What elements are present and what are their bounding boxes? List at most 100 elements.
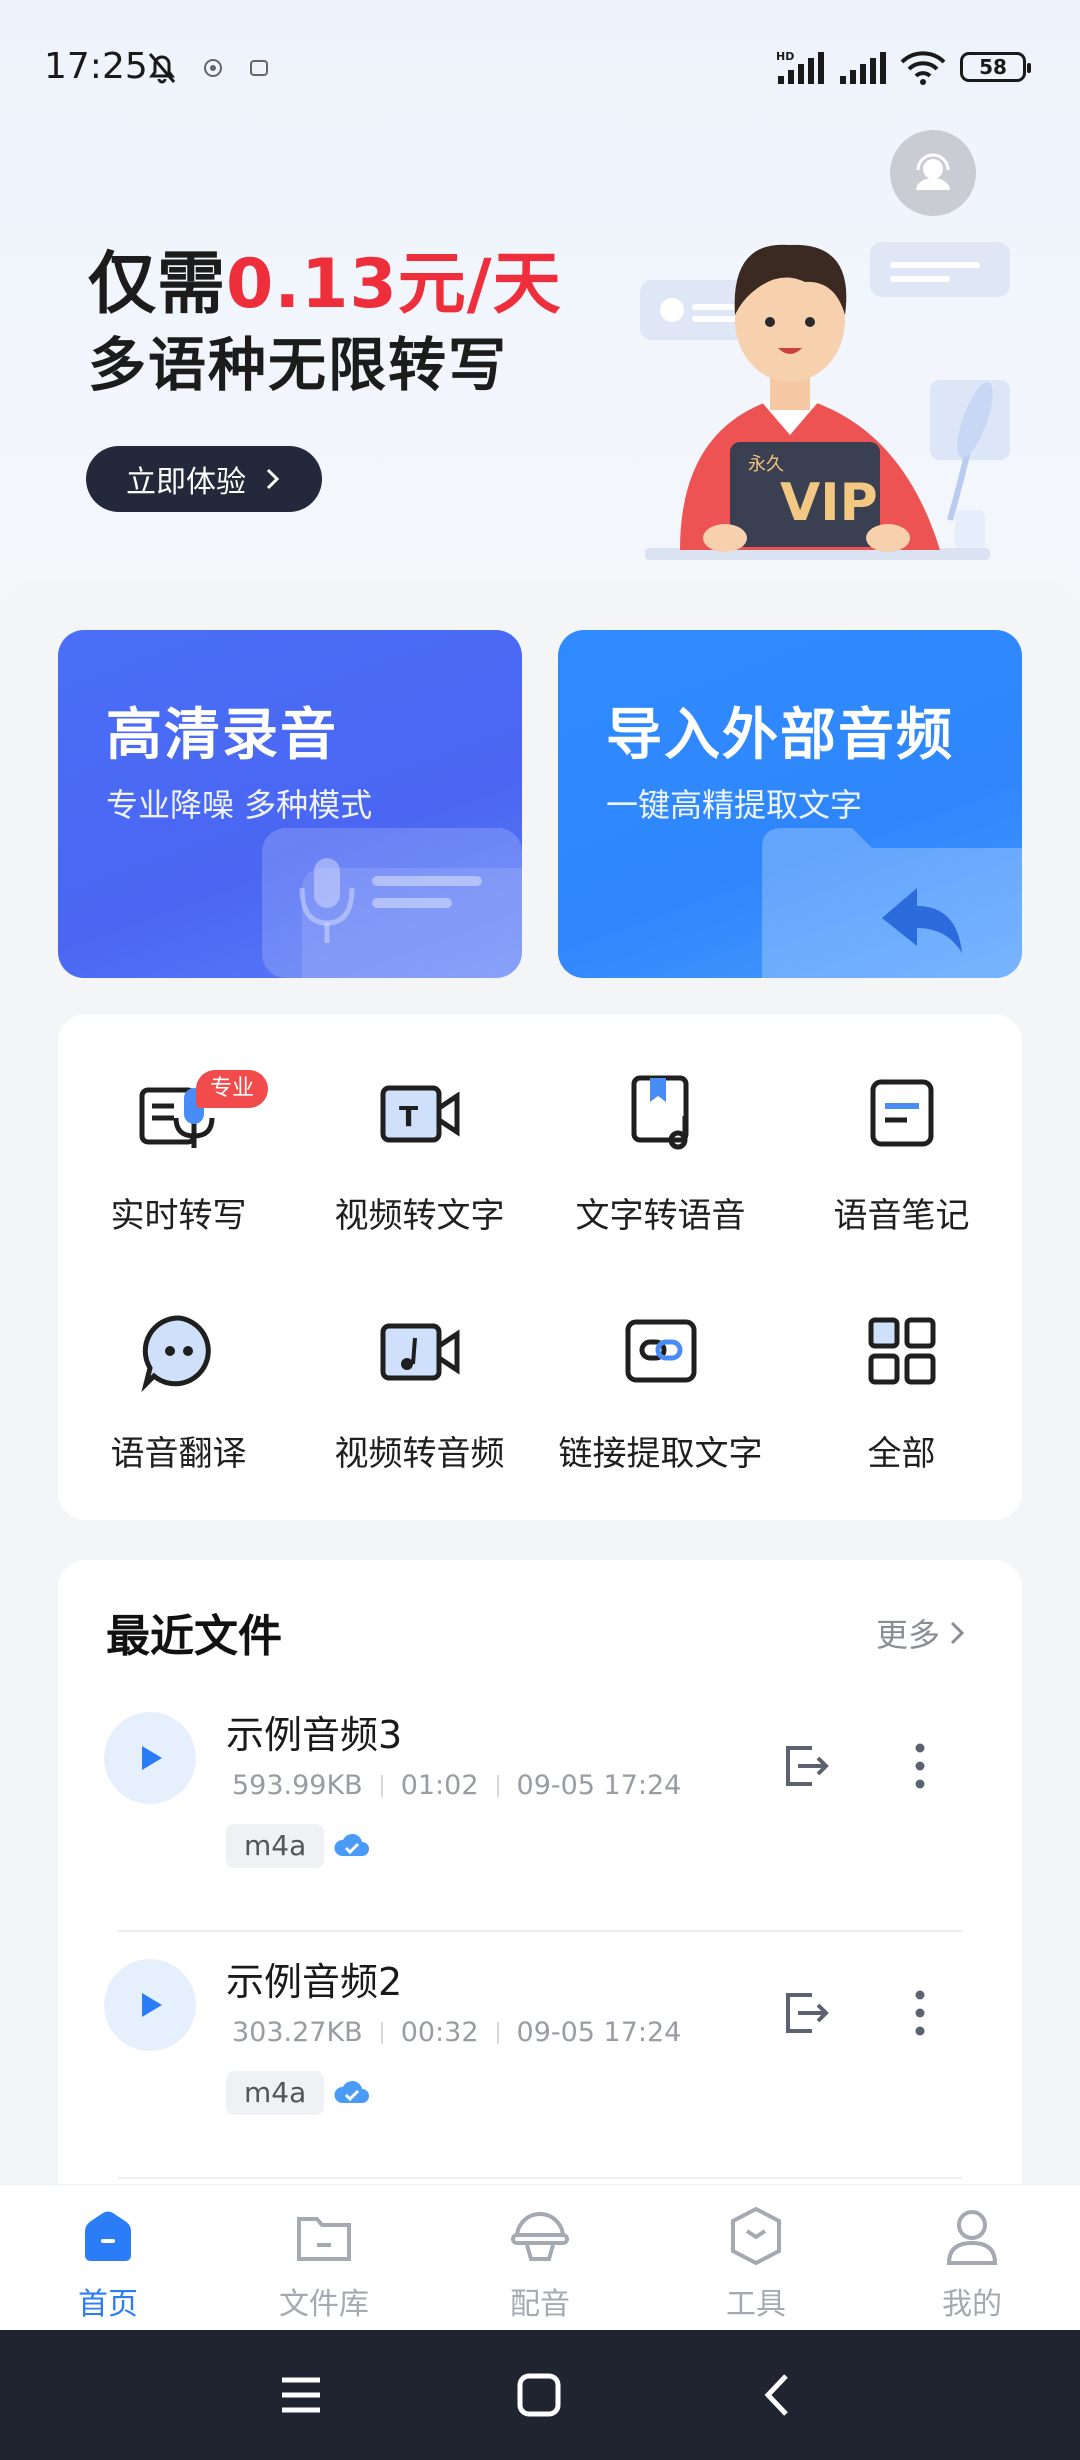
tool-all[interactable]: 全部 xyxy=(781,1306,1022,1475)
vip-text: VIP xyxy=(780,473,878,533)
export-icon[interactable] xyxy=(778,1985,834,2041)
file-name: 示例音频3 xyxy=(226,1713,403,1757)
tab-home[interactable]: 首页 xyxy=(38,2201,178,2323)
cloud-synced-icon xyxy=(334,1833,369,1856)
promo-prefix: 仅需 xyxy=(88,245,227,324)
video-to-text-icon: T xyxy=(380,1085,459,1143)
svg-text:T: T xyxy=(399,1100,418,1133)
list-item[interactable]: 示例音频3 593.99KB 01:02 09-05 17:24 m4a xyxy=(58,1690,1022,1936)
toolbox-icon xyxy=(731,2206,781,2266)
tool-label: 实时转写 xyxy=(110,1196,247,1236)
hd-signal-icon: HD xyxy=(776,50,824,84)
tab-label: 文件库 xyxy=(279,2287,369,2322)
divider xyxy=(118,1930,962,1932)
file-duration: 01:02 xyxy=(400,1770,479,1801)
battery-indicator: 58 xyxy=(960,52,1031,82)
divider xyxy=(496,2021,499,2044)
microphone-icon xyxy=(262,828,522,978)
promo-price: 0.13元/天 xyxy=(226,245,562,324)
tab-dubbing[interactable]: 配音 xyxy=(470,2201,610,2323)
mute-bell-icon xyxy=(148,53,176,84)
svg-text:HD: HD xyxy=(776,50,794,63)
card-subtitle: 专业降噪 多种模式 xyxy=(106,786,373,824)
dubbing-icon xyxy=(511,2212,569,2261)
card-title: 高清录音 xyxy=(106,703,338,768)
tab-label: 我的 xyxy=(942,2287,1002,2322)
vip-small-text: 永久 xyxy=(748,454,784,475)
play-icon xyxy=(142,1746,162,1770)
app-notification-icon xyxy=(204,59,222,77)
promo-headline: 仅需0.13元/天 xyxy=(88,228,562,327)
more-vertical-icon[interactable] xyxy=(908,1981,932,2045)
system-navigation-bar xyxy=(0,2330,1080,2460)
play-icon xyxy=(142,1993,162,2017)
tab-profile[interactable]: 我的 xyxy=(902,2201,1042,2323)
tool-label: 链接提取文字 xyxy=(558,1434,763,1474)
home-square-icon[interactable] xyxy=(514,2370,564,2420)
home-icon xyxy=(85,2211,131,2261)
try-now-button[interactable]: 立即体验 xyxy=(86,446,322,512)
tool-label: 语音笔记 xyxy=(833,1196,970,1236)
cloud-synced-icon xyxy=(334,2080,369,2103)
chevron-right-icon xyxy=(950,1621,965,1645)
bottom-tab-bar: 首页 文件库 配音 工具 我的 xyxy=(0,2184,1080,2330)
headset-icon xyxy=(916,153,950,190)
play-button[interactable] xyxy=(104,1959,196,2051)
hd-recording-card[interactable]: 高清录音 专业降噪 多种模式 xyxy=(58,630,522,978)
divider xyxy=(380,1774,383,1797)
tool-label: 全部 xyxy=(867,1434,936,1474)
import-audio-card[interactable]: 导入外部音频 一键高精提取文字 xyxy=(558,630,1022,978)
more-vertical-icon[interactable] xyxy=(908,1734,932,1798)
back-icon[interactable] xyxy=(756,2370,796,2420)
tool-text-to-speech[interactable]: 文字转语音 xyxy=(540,1068,781,1237)
chevron-right-icon xyxy=(266,468,280,490)
wifi-icon xyxy=(900,51,946,85)
pro-badge: 专业 xyxy=(196,1070,269,1108)
tool-video-to-text[interactable]: T 视频转文字 xyxy=(299,1068,540,1237)
tab-file-library[interactable]: 文件库 xyxy=(254,2201,394,2323)
tab-label: 首页 xyxy=(78,2287,138,2322)
text-to-speech-icon xyxy=(631,1075,688,1150)
export-icon[interactable] xyxy=(778,1738,834,1794)
app-notification-icon xyxy=(250,60,268,76)
file-size: 593.99KB xyxy=(232,1770,363,1801)
card-title: 导入外部音频 xyxy=(606,703,954,768)
more-link[interactable]: 更多 xyxy=(876,1610,966,1656)
divider xyxy=(118,2177,962,2179)
list-item[interactable]: 示例音频2 303.27KB 00:32 09-05 17:24 m4a xyxy=(58,1937,1022,2183)
folder-import-icon xyxy=(762,828,1022,978)
tool-video-to-audio[interactable]: 视频转音频 xyxy=(299,1306,540,1475)
tool-voice-translate[interactable]: 语音翻译 xyxy=(58,1306,299,1475)
file-duration: 00:32 xyxy=(400,2017,479,2048)
file-meta: 593.99KB 01:02 09-05 17:24 xyxy=(232,1770,681,1801)
recent-files-title: 最近文件 xyxy=(106,1611,282,1662)
tab-tools[interactable]: 工具 xyxy=(686,2201,826,2323)
tool-label: 视频转音频 xyxy=(334,1434,505,1474)
customer-service-button[interactable] xyxy=(890,130,976,216)
try-now-label: 立即体验 xyxy=(126,465,246,500)
file-name: 示例音频2 xyxy=(226,1960,403,2004)
signal-icon xyxy=(840,52,886,84)
tool-link-extract[interactable]: 链接提取文字 xyxy=(540,1306,781,1475)
file-date: 09-05 17:24 xyxy=(516,2017,682,2048)
file-size: 303.27KB xyxy=(232,2017,363,2048)
play-button[interactable] xyxy=(104,1712,196,1804)
tool-label: 语音翻译 xyxy=(110,1434,247,1474)
file-format-tag: m4a xyxy=(226,1824,325,1868)
menu-icon[interactable] xyxy=(276,2372,326,2418)
voice-note-icon xyxy=(870,1079,933,1147)
status-bar: 17:25 HD 58 xyxy=(0,0,1080,130)
tool-label: 视频转文字 xyxy=(334,1196,505,1236)
tab-label: 配音 xyxy=(510,2287,570,2322)
link-extract-icon xyxy=(625,1319,696,1383)
video-to-audio-icon xyxy=(380,1323,459,1381)
grid-icon xyxy=(868,1317,935,1385)
tool-voice-note[interactable]: 语音笔记 xyxy=(781,1068,1022,1237)
status-time: 17:25 xyxy=(44,46,148,87)
more-label: 更多 xyxy=(876,1616,941,1654)
profile-icon xyxy=(946,2210,998,2265)
divider xyxy=(496,1774,499,1797)
folder-icon xyxy=(297,2217,351,2261)
file-meta: 303.27KB 00:32 09-05 17:24 xyxy=(232,2017,681,2048)
divider xyxy=(380,2021,383,2044)
